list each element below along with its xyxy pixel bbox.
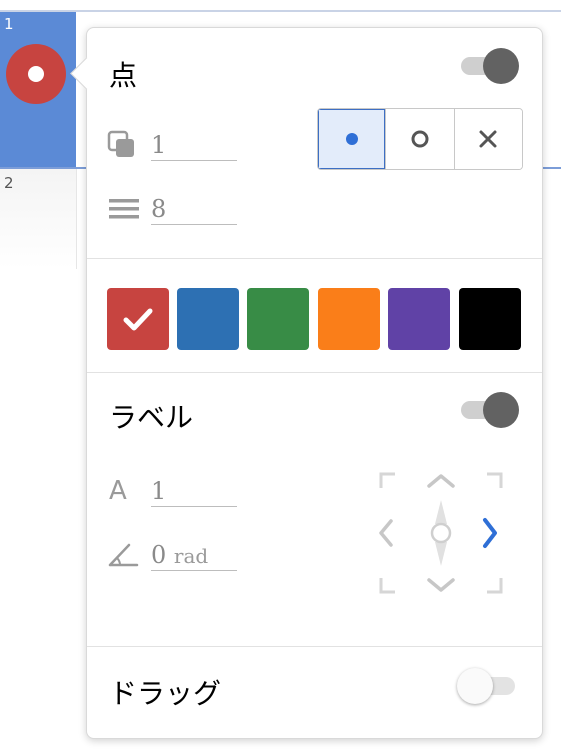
cross-point-button[interactable] <box>453 109 522 169</box>
position-bottom-right[interactable] <box>475 568 505 598</box>
row-index-2: 2 <box>4 174 14 192</box>
position-right-selected[interactable] <box>475 516 505 550</box>
swatch-black[interactable] <box>459 288 521 350</box>
row-index-1: 1 <box>4 15 14 33</box>
open-point-button[interactable] <box>385 109 454 169</box>
position-bottom[interactable] <box>425 568 457 598</box>
swatch-green[interactable] <box>247 288 309 350</box>
point-opacity-input[interactable]: 1 <box>151 130 237 161</box>
point-size-input[interactable]: 8 <box>151 194 237 225</box>
position-top[interactable] <box>425 468 457 498</box>
position-left[interactable] <box>377 516 407 550</box>
check-icon <box>123 308 153 331</box>
filled-dot-icon <box>345 133 358 145</box>
swatch-red[interactable] <box>107 288 169 350</box>
list-top-border <box>0 0 561 12</box>
font-size-icon: A <box>109 476 127 506</box>
label-position-picker <box>377 468 505 598</box>
open-circle-icon <box>411 130 429 148</box>
label-angle-input[interactable]: 0 rad <box>151 540 237 571</box>
swatch-blue[interactable] <box>177 288 239 350</box>
point-section-title: 点 <box>109 59 138 92</box>
position-top-right[interactable] <box>475 468 505 498</box>
section-divider <box>87 646 542 647</box>
angle-icon <box>107 540 141 570</box>
position-bottom-left[interactable] <box>377 568 407 598</box>
point-color-marker-icon[interactable] <box>6 44 66 104</box>
position-top-left[interactable] <box>377 468 407 498</box>
drag-section-title: ドラッグ <box>109 677 222 710</box>
section-divider <box>87 258 542 259</box>
point-style-selector <box>317 108 523 170</box>
angle-unit: rad <box>173 544 209 568</box>
filled-point-button[interactable] <box>318 109 386 169</box>
layers-icon <box>107 130 141 160</box>
label-toggle[interactable] <box>457 392 519 428</box>
toggle-knob <box>457 668 493 704</box>
swatch-orange[interactable] <box>318 288 380 350</box>
section-divider <box>87 372 542 373</box>
style-popup: 点 1 8 ラベル A 1 0 rad ドラッグ <box>70 27 543 739</box>
drag-toggle[interactable] <box>457 668 519 704</box>
toggle-knob <box>483 392 519 428</box>
lines-icon <box>107 194 141 224</box>
label-size-input[interactable]: 1 <box>151 476 237 507</box>
swatch-purple[interactable] <box>388 288 450 350</box>
color-palette <box>107 288 522 352</box>
point-toggle[interactable] <box>457 48 519 84</box>
cross-icon <box>479 130 497 148</box>
toggle-knob <box>483 48 519 84</box>
label-section-title: ラベル <box>109 401 194 434</box>
